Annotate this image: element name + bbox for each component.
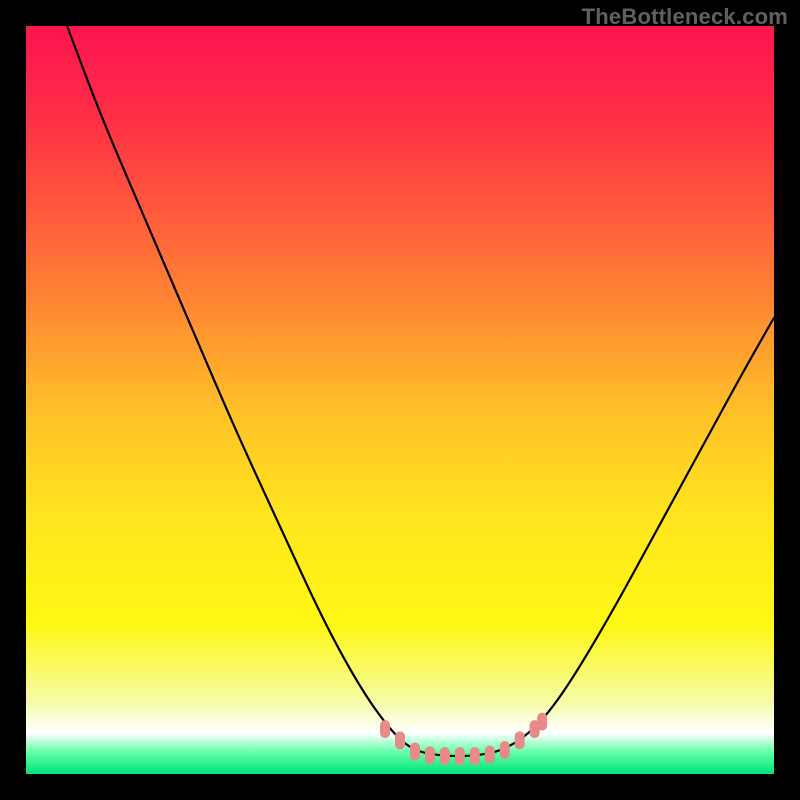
bottleneck-chart bbox=[26, 26, 774, 774]
marker-dot bbox=[425, 746, 435, 764]
marker-dot bbox=[455, 747, 465, 765]
marker-dot bbox=[500, 741, 510, 759]
marker-dot bbox=[537, 713, 547, 731]
chart-stage: TheBottleneck.com bbox=[0, 0, 800, 800]
marker-dot bbox=[410, 743, 420, 761]
watermark-text: TheBottleneck.com bbox=[582, 4, 788, 30]
marker-dot bbox=[440, 747, 450, 765]
marker-dot bbox=[470, 747, 480, 765]
marker-dot bbox=[380, 720, 390, 738]
chart-background bbox=[26, 26, 774, 774]
marker-dot bbox=[485, 746, 495, 764]
marker-dot bbox=[395, 731, 405, 749]
marker-dot bbox=[515, 731, 525, 749]
